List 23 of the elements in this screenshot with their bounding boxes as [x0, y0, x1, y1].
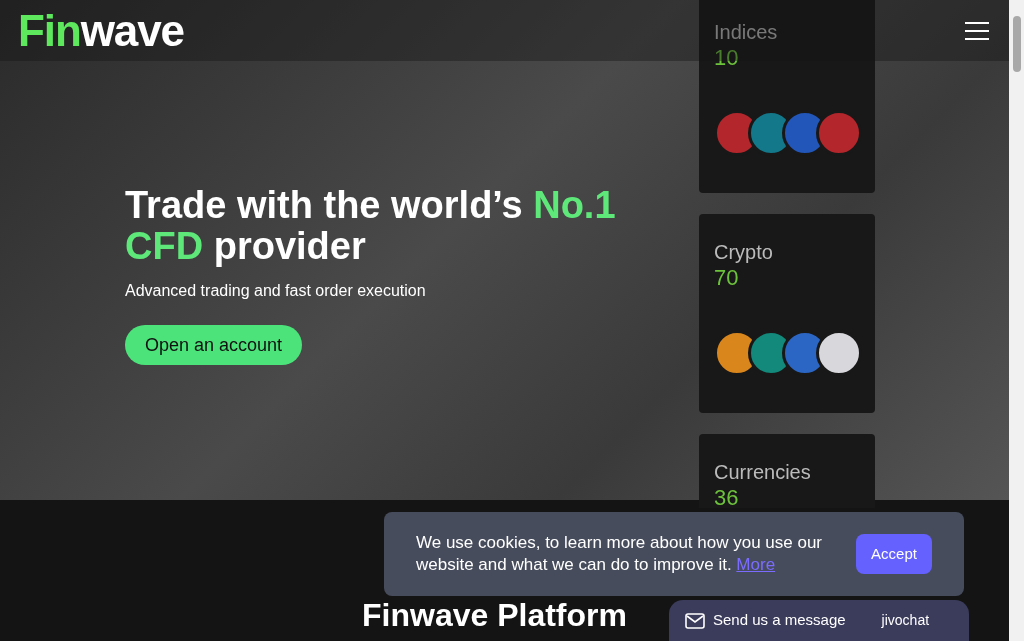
market-title: Crypto: [714, 240, 774, 264]
menu-icon[interactable]: [965, 21, 989, 40]
chat-widget[interactable]: Send us a message jivochat: [669, 600, 969, 641]
hero-headline: Trade with the world’s No.1 CFD provider: [125, 185, 616, 267]
chat-brand: jivochat: [881, 611, 930, 630]
section-title: Finwave Platform: [362, 596, 627, 635]
open-account-button[interactable]: Open an account: [125, 325, 303, 365]
market-card[interactable]: Currencies 36: [699, 434, 875, 508]
market-card[interactable]: Crypto 70: [699, 214, 875, 413]
logo[interactable]: Finwave: [18, 8, 184, 53]
accept-button[interactable]: Accept: [856, 534, 932, 574]
market-count: 10: [714, 44, 740, 72]
chat-label: Send us a message: [713, 610, 846, 631]
hero-subtitle: Advanced trading and fast order execution: [125, 281, 426, 301]
scrollbar-thumb[interactable]: [1012, 16, 1021, 72]
market-count: 36: [714, 484, 740, 508]
market-card[interactable]: Indices 10: [699, 0, 875, 193]
market-title: Indices: [714, 20, 779, 44]
cookie-text: We use cookies, to learn more about how you use our website and what we can do to improve it. More: [416, 532, 824, 576]
market-count: 70: [714, 264, 740, 292]
envelope-icon: [685, 612, 705, 629]
scrollbar[interactable]: [1009, 0, 1024, 641]
market-title: Currencies: [714, 460, 812, 484]
